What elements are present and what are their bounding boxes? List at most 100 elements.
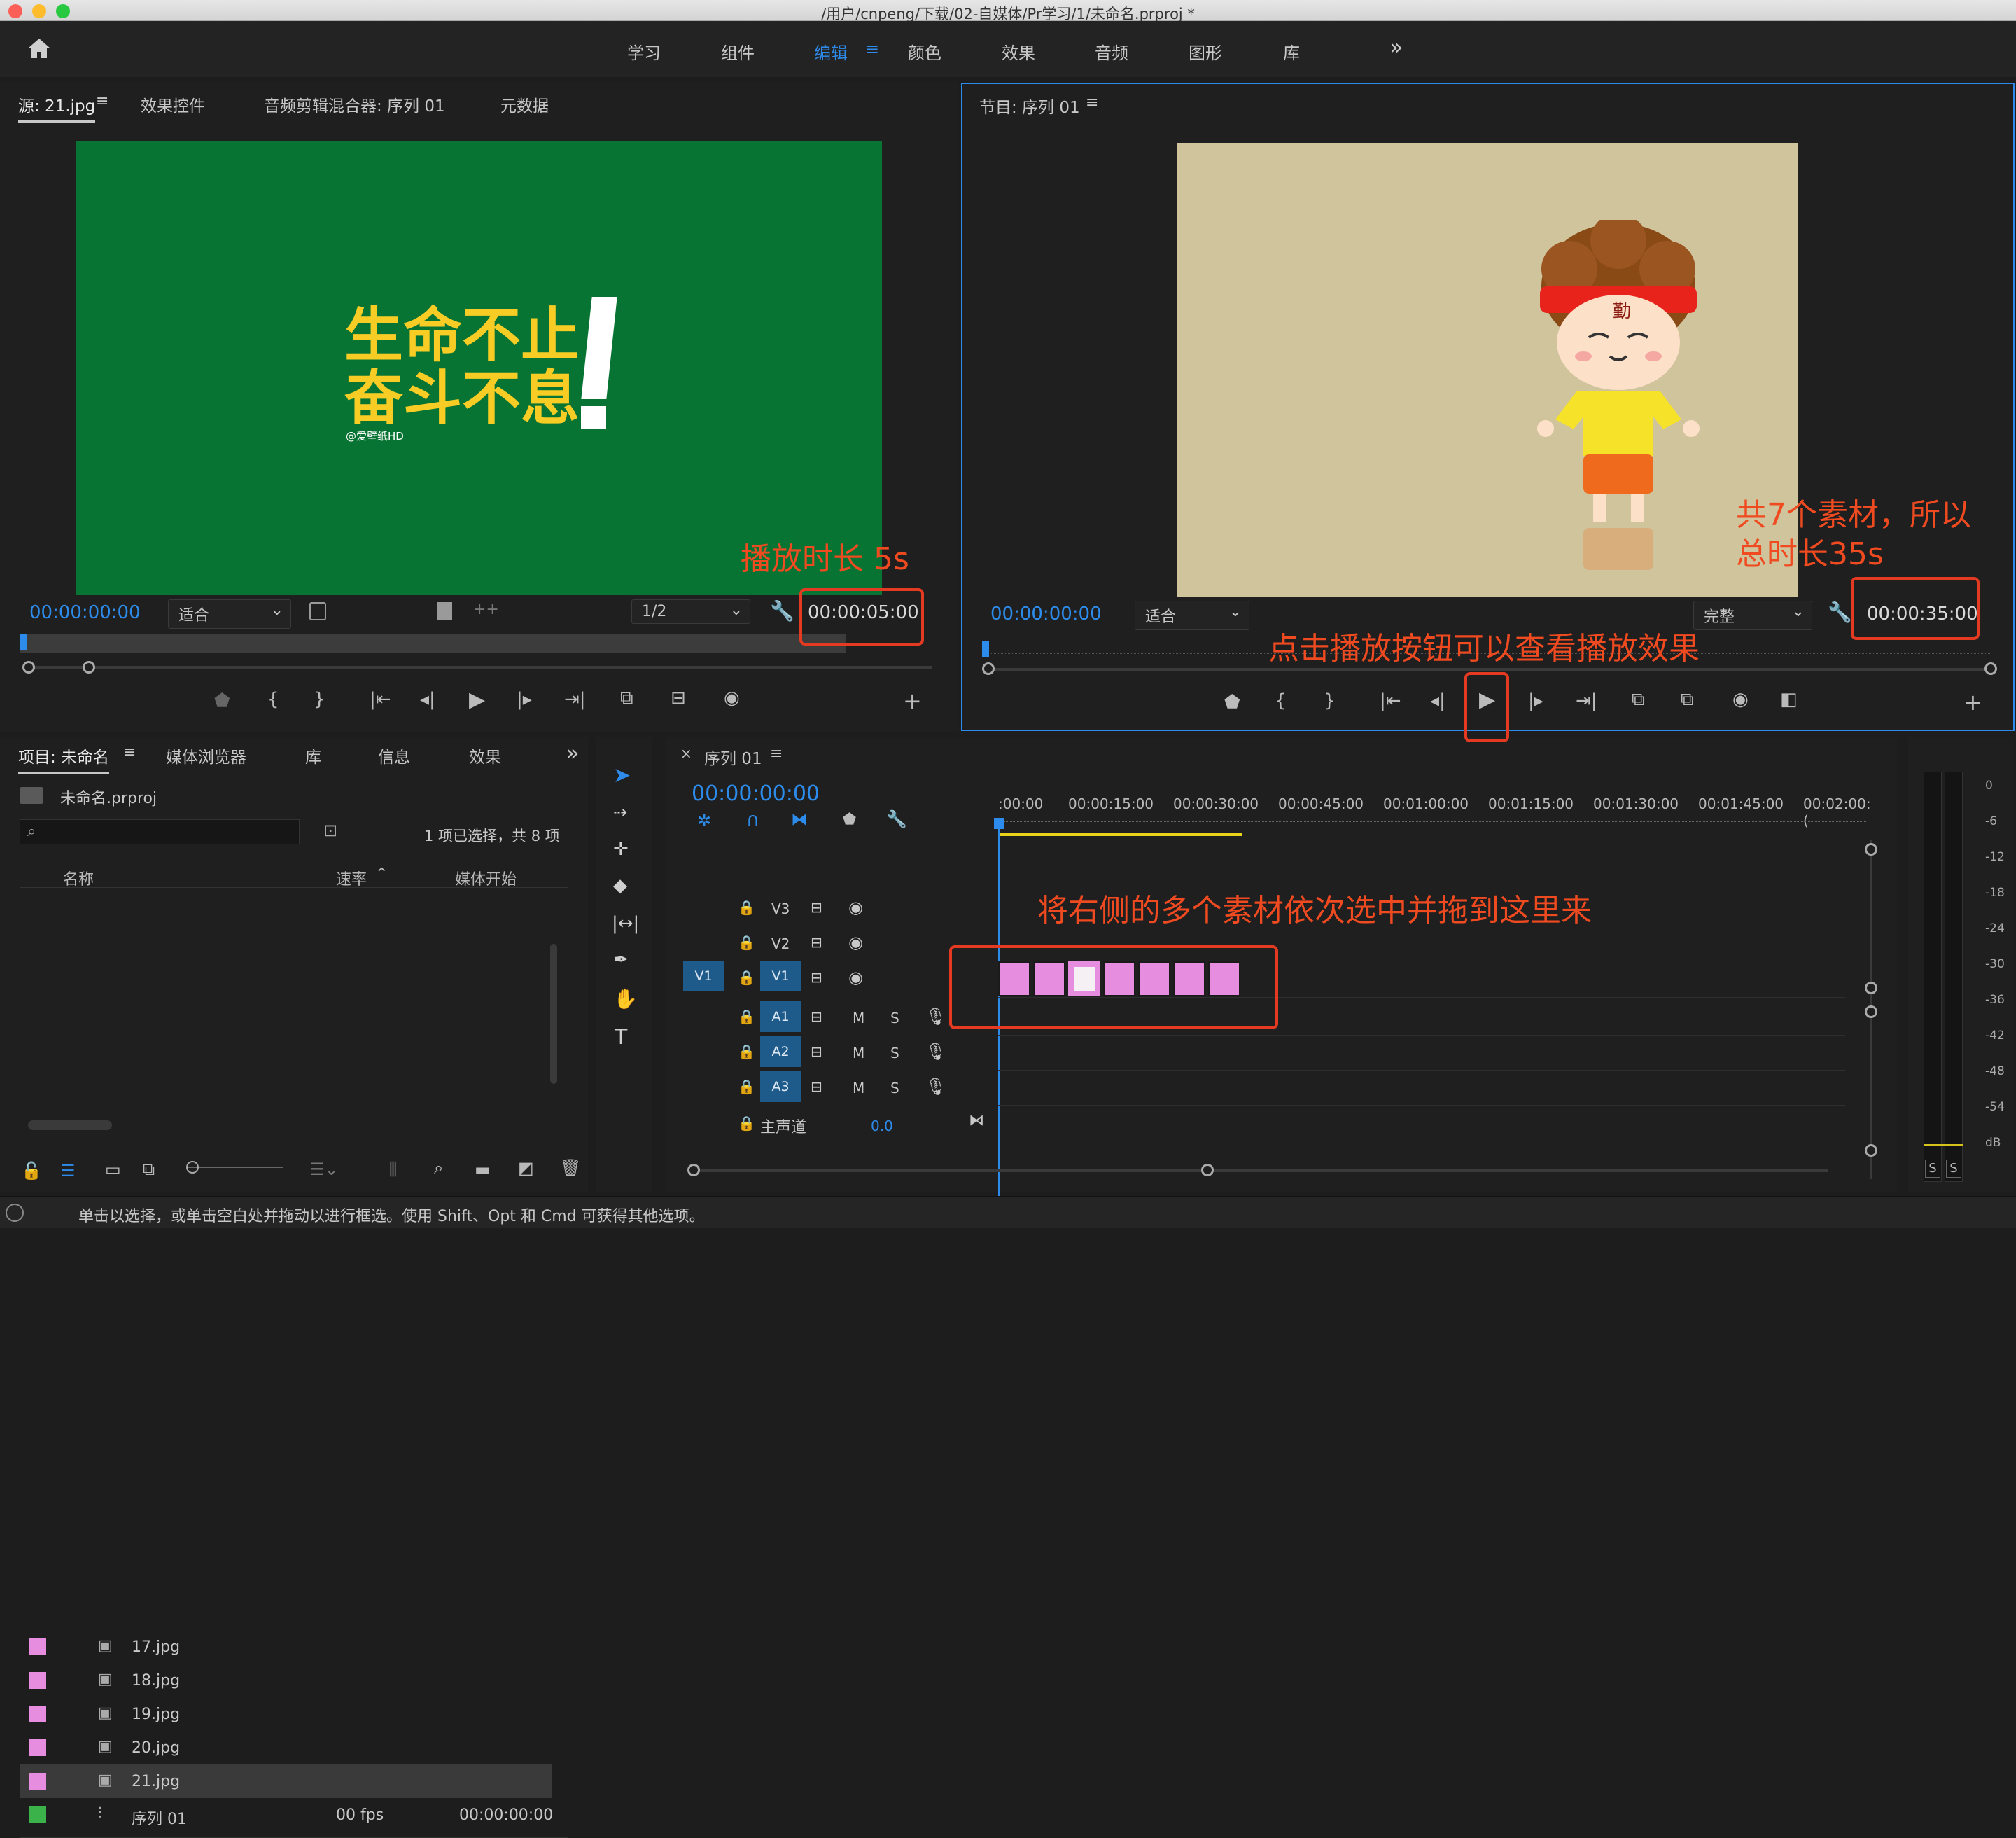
tab-effects[interactable]: 效果 — [469, 744, 501, 767]
program-zoom-handle-left[interactable] — [982, 662, 995, 675]
sequence-tab[interactable]: 序列 01 — [704, 745, 762, 769]
zoom-slider[interactable] — [188, 1167, 283, 1168]
list-view-icon[interactable]: ☰ — [60, 1161, 76, 1181]
tab-info[interactable]: 信息 — [378, 744, 410, 767]
playhead-handle[interactable] — [994, 818, 1004, 829]
project-item-row[interactable]: ▣ 18.jpg — [20, 1664, 552, 1697]
safe-margins-icon[interactable] — [309, 602, 326, 620]
source-playhead[interactable] — [20, 634, 27, 650]
mark-in-icon[interactable]: { — [267, 689, 279, 710]
source-tab-menu-icon[interactable]: ≡ — [96, 92, 108, 110]
wrench-icon[interactable]: 🔧 — [770, 599, 794, 622]
workspace-tab-audio[interactable]: 音频 — [1095, 39, 1128, 64]
timeline-zoom-handle-left[interactable] — [687, 1164, 700, 1176]
tab-program[interactable]: 节目: 序列 01 — [979, 94, 1080, 118]
slip-tool-icon[interactable]: |↔| — [612, 913, 639, 934]
project-horizontal-scrollbar[interactable] — [28, 1120, 112, 1130]
sort-ascending-icon[interactable]: ⌃ — [375, 865, 388, 883]
program-playhead[interactable] — [982, 641, 989, 657]
lock-icon[interactable]: 🔓 — [21, 1161, 42, 1181]
microphone-icon[interactable]: 🎙 — [925, 1007, 946, 1026]
label-color-swatch[interactable] — [29, 1806, 46, 1823]
column-media-start[interactable]: 媒体开始 — [455, 867, 517, 889]
source-resolution-select[interactable]: 1/2 ⌄ — [631, 599, 750, 624]
source-patch-v1[interactable]: V1 — [683, 961, 724, 991]
track-lock-icon[interactable]: 🔒 — [738, 1115, 755, 1132]
comparison-view-icon[interactable]: ◧ — [1780, 689, 1798, 710]
add-marker-icon[interactable]: ⬟ — [843, 811, 856, 828]
timeline-ruler[interactable]: :00:00 00:00:15:00 00:00:30:00 00:00:45:… — [998, 795, 1871, 829]
tab-project[interactable]: 项目: 未命名 — [18, 744, 110, 774]
timeline-horizontal-scrollbar[interactable] — [694, 1169, 1828, 1172]
overwrite-icon[interactable]: ⊟ — [671, 688, 686, 709]
insert-icon[interactable]: ⧉ — [620, 688, 634, 709]
sort-icons-icon[interactable]: ☰⌄ — [309, 1160, 339, 1179]
project-item-row[interactable]: ⫶ 序列 01 00 fps 00:00:00:00 — [20, 1798, 553, 1832]
button-editor-add-icon[interactable]: + — [903, 688, 922, 714]
hand-tool-icon[interactable]: ✋ — [613, 987, 638, 1010]
sync-lock-icon[interactable]: ⊟ — [811, 1008, 822, 1025]
program-timecode[interactable]: 00:00:00:00 — [990, 604, 1102, 625]
meter-solo-right[interactable]: S — [1946, 1160, 1961, 1178]
timeline-zoom-handle-right[interactable] — [1201, 1164, 1214, 1176]
workspace-menu-icon[interactable]: ≡ — [865, 39, 879, 59]
icon-view-icon[interactable]: ▭ — [105, 1160, 121, 1179]
sync-lock-icon[interactable]: ⊟ — [811, 969, 822, 986]
scroll-handle[interactable] — [1865, 1144, 1877, 1157]
label-color-swatch[interactable] — [29, 1773, 46, 1790]
column-rate[interactable]: 速率 — [336, 867, 367, 889]
creative-cloud-icon[interactable] — [6, 1204, 24, 1222]
mark-out-icon[interactable]: } — [1324, 690, 1336, 711]
scroll-handle[interactable] — [1865, 982, 1877, 994]
extract-icon[interactable]: ⧉ — [1681, 689, 1694, 711]
label-color-swatch[interactable] — [29, 1672, 46, 1689]
workspace-tab-libraries[interactable]: 库 — [1283, 39, 1300, 64]
master-expand-icon[interactable]: ⧑ — [969, 1112, 984, 1129]
mute-button[interactable]: M — [853, 1010, 864, 1026]
step-forward-icon[interactable]: |▸ — [517, 689, 532, 710]
project-item-row[interactable]: ▣ 19.jpg — [20, 1697, 552, 1731]
tab-audio-clip-mixer[interactable]: 音频剪辑混合器: 序列 01 — [264, 92, 445, 116]
label-color-swatch[interactable] — [29, 1739, 46, 1756]
step-forward-icon[interactable]: |▸ — [1528, 690, 1544, 711]
workspace-tab-learn[interactable]: 学习 — [627, 39, 661, 64]
project-item-row[interactable]: ▣ 17.jpg — [20, 1630, 552, 1664]
workspace-tab-color[interactable]: 颜色 — [908, 39, 941, 64]
track-lock-icon[interactable]: 🔒 — [738, 1008, 755, 1025]
selection-tool-icon[interactable]: ➤ — [613, 763, 631, 788]
label-color-swatch[interactable] — [29, 1638, 46, 1655]
step-back-icon[interactable]: ◂| — [420, 689, 435, 710]
project-vertical-scrollbar[interactable] — [550, 944, 557, 1084]
linked-selection-icon[interactable]: ⧓ — [791, 809, 808, 829]
tab-effect-controls[interactable]: 效果控件 — [141, 92, 205, 116]
play-icon[interactable]: ▶ — [469, 688, 485, 712]
new-bin-icon[interactable]: ▬ — [475, 1160, 491, 1179]
razor-tool-icon[interactable]: ◆ — [613, 875, 627, 896]
program-tab-menu-icon[interactable]: ≡ — [1086, 94, 1098, 111]
source-zoom-scrollbar[interactable] — [22, 666, 932, 669]
program-quality-select[interactable]: 完整 ⌄ — [1693, 601, 1812, 630]
workspace-tab-assembly[interactable]: 组件 — [721, 39, 755, 64]
program-fit-select[interactable]: 适合 ⌄ — [1135, 601, 1250, 630]
timeline-timecode[interactable]: 00:00:00:00 — [692, 781, 820, 806]
mark-out-icon[interactable]: } — [314, 689, 326, 710]
sync-lock-icon[interactable]: ⊟ — [811, 899, 822, 916]
workspace-more-icon[interactable]: » — [1390, 34, 1404, 60]
sync-lock-icon[interactable]: ⊟ — [811, 1043, 822, 1060]
ripple-edit-tool-icon[interactable]: ✛ — [613, 839, 629, 860]
work-area-bar[interactable] — [998, 833, 1242, 836]
go-to-out-icon[interactable]: ⇥| — [1576, 690, 1597, 711]
lift-icon[interactable]: ⧉ — [1632, 689, 1645, 711]
project-tab-menu-icon[interactable]: ≡ — [123, 744, 136, 761]
master-volume-value[interactable]: 0.0 — [871, 1118, 893, 1134]
column-name[interactable]: 名称 — [63, 867, 94, 889]
program-zoom-handle-right[interactable] — [1984, 662, 1997, 675]
source-time-ruler[interactable] — [20, 634, 846, 653]
tab-source[interactable]: 源: 21.jpg — [18, 92, 96, 123]
find-icon[interactable]: ⌕ — [434, 1158, 443, 1178]
solo-button[interactable]: S — [890, 1080, 899, 1096]
go-to-in-icon[interactable]: |⇤ — [370, 689, 391, 710]
project-item-row[interactable]: ▣ 21.jpg — [20, 1764, 552, 1798]
sequence-tab-menu-icon[interactable]: ≡ — [770, 745, 783, 763]
sync-lock-icon[interactable]: ⊟ — [811, 1078, 822, 1095]
